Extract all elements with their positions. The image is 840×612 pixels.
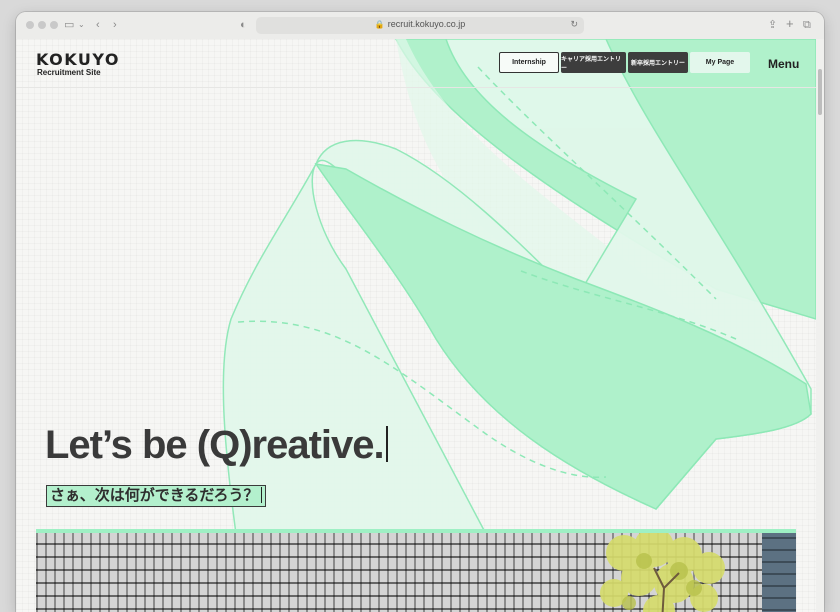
tree-image — [600, 533, 725, 612]
minimize-window-button[interactable] — [38, 21, 46, 29]
browser-toolbar: ▭ ⌄ ‹ › ◐ 🔒 recruit.kokuyo.co.jp ↻ ⇪ + ⧉ — [16, 12, 824, 40]
sidebar-toggle-icon[interactable]: ▭ — [64, 17, 74, 33]
zoom-window-button[interactable] — [50, 21, 58, 29]
text-caret — [385, 426, 388, 462]
career-entry-button[interactable]: キャリア採用エントリー — [561, 52, 626, 73]
hero-subline-text: さぁ、次は何ができるだろう？ — [50, 487, 259, 504]
page-scrollbar[interactable] — [816, 39, 824, 612]
address-bar[interactable]: 🔒 recruit.kokuyo.co.jp ↻ — [256, 17, 584, 34]
back-arrow-icon[interactable]: ‹ — [96, 17, 100, 33]
page-content: KOKUYO Recruitment Site Internship キャリア採… — [16, 39, 816, 612]
scrollbar-thumb[interactable] — [818, 69, 822, 115]
glass-building — [762, 533, 796, 612]
close-window-button[interactable] — [26, 21, 34, 29]
ribbon-graphic — [222, 39, 816, 535]
new-grad-entry-button[interactable]: 新卒採用エントリー — [628, 52, 688, 73]
hero-photo — [36, 529, 796, 612]
forward-arrow-icon[interactable]: › — [113, 17, 117, 33]
tab-overview-icon[interactable]: ⧉ — [803, 17, 811, 33]
share-icon[interactable]: ⇪ — [768, 17, 777, 33]
menu-button[interactable]: Menu — [768, 57, 799, 71]
url-text: recruit.kokuyo.co.jp — [387, 19, 466, 29]
hero-headline: Let’s be (Q)reative. — [45, 423, 388, 468]
chevron-down-icon[interactable]: ⌄ — [78, 17, 85, 33]
kokuyo-logo[interactable]: KOKUYO — [36, 50, 120, 69]
my-page-button[interactable]: My Page — [690, 52, 750, 73]
hero-subline: さぁ、次は何ができるだろう？ — [46, 485, 267, 507]
privacy-shield-icon[interactable]: ◐ — [240, 17, 247, 33]
text-caret — [260, 487, 263, 503]
hero-headline-text: Let’s be (Q)reative. — [45, 423, 385, 467]
internship-button[interactable]: Internship — [499, 52, 559, 73]
reload-icon[interactable]: ↻ — [570, 19, 578, 30]
lock-icon: 🔒 — [374, 20, 385, 29]
new-tab-icon[interactable]: + — [786, 16, 794, 32]
site-header: KOKUYO Recruitment Site Internship キャリア採… — [16, 39, 816, 88]
logo-subtitle: Recruitment Site — [37, 68, 101, 77]
browser-window: ▭ ⌄ ‹ › ◐ 🔒recruit.kokuyo.co.jp ↻ ⇪ + ⧉ — [16, 12, 824, 612]
